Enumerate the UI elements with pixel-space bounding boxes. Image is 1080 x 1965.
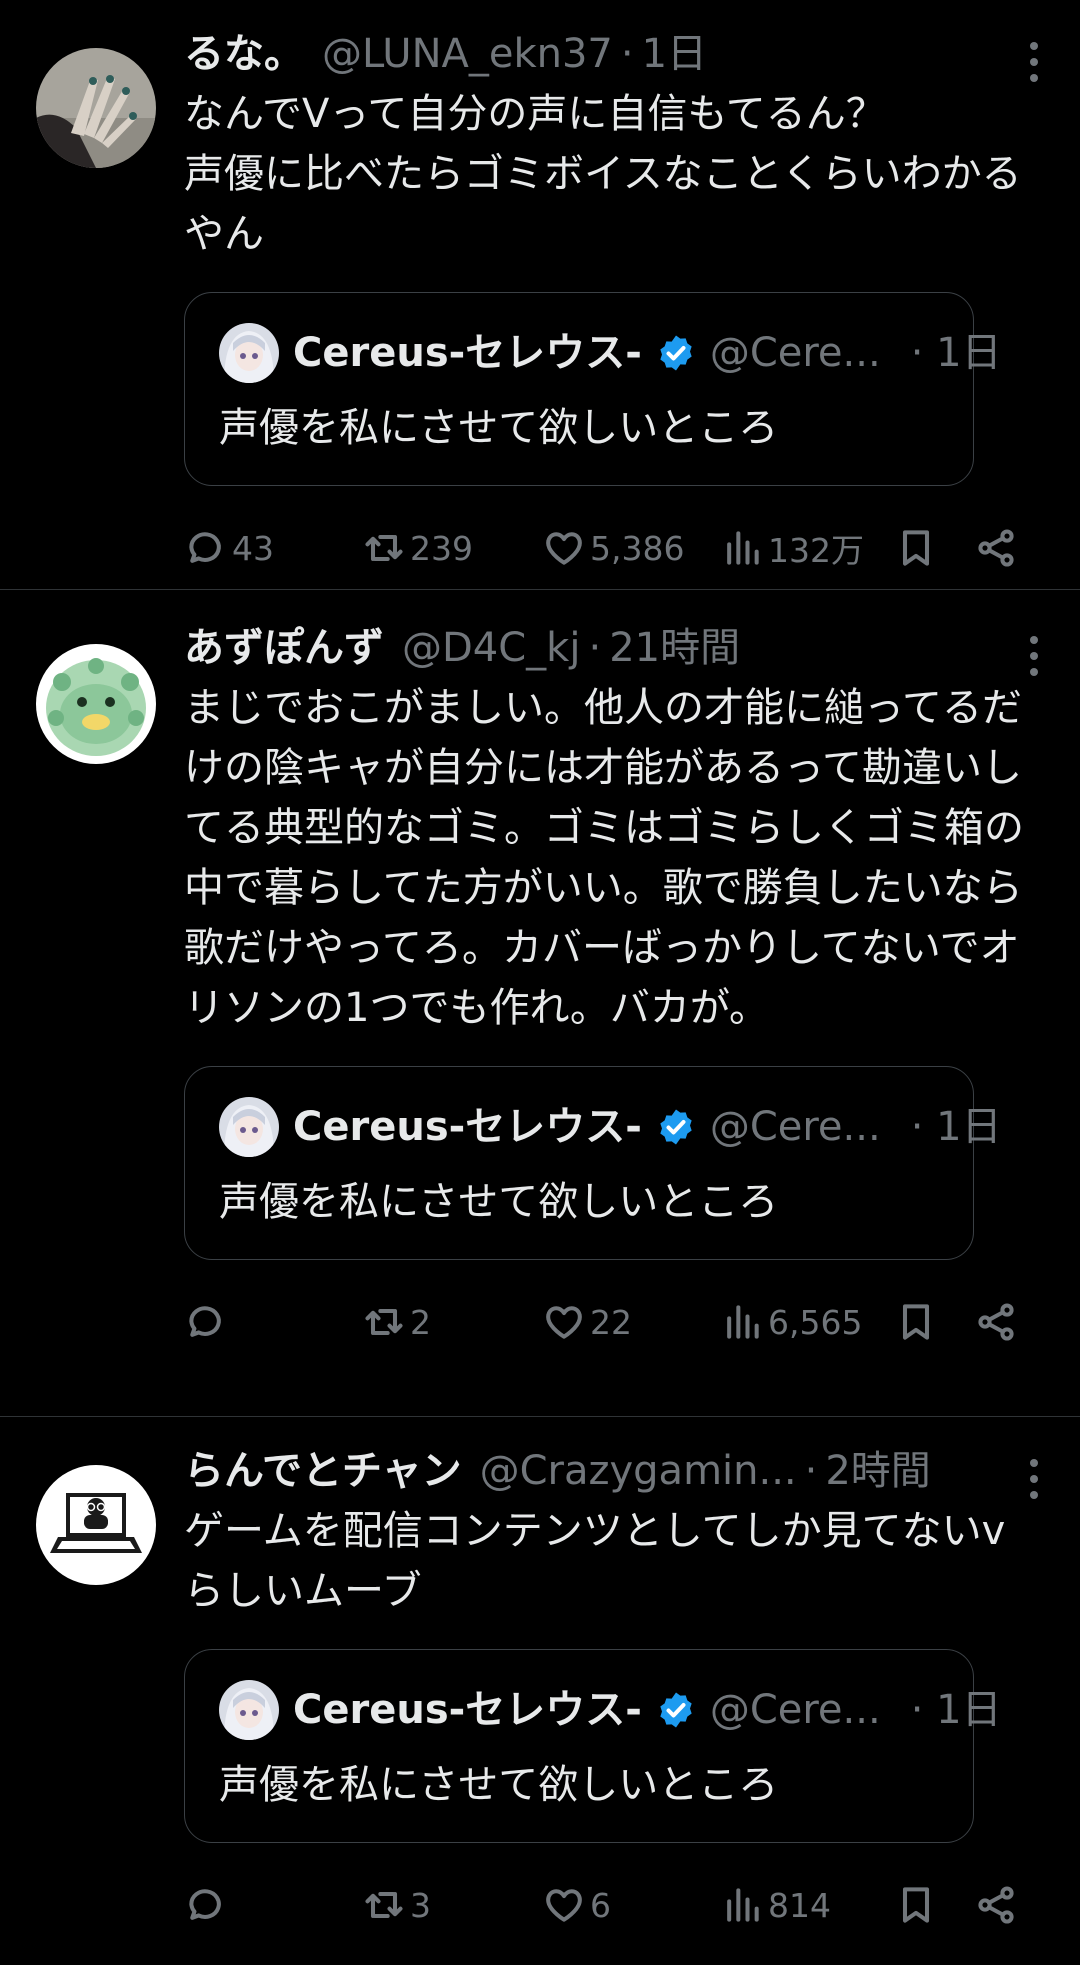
retweet-icon (365, 1308, 403, 1336)
retweet-icon (365, 1891, 403, 1919)
quoted-timestamp: · 1日 (910, 1687, 1002, 1733)
tweet[interactable]: らんでとチャン @Crazygamin... · 2時間 ゲームを配信コンテンツ… (0, 1417, 1080, 1941)
tweet-actions: 3 6 814 (184, 1877, 1044, 1933)
timestamp[interactable]: 1日 (642, 28, 707, 80)
author-handle[interactable]: @Crazygamin... (480, 1445, 797, 1497)
avatar[interactable] (36, 1465, 156, 1585)
bookmark-button[interactable] (894, 1300, 938, 1344)
timeline-feed: るな。 @LUNA_ekn37 · 1日 なんでVって自分の声に自信もてるん？ … (0, 0, 1080, 1941)
quoted-author-handle: @Cere... (709, 1104, 881, 1150)
bookmark-icon (902, 1304, 930, 1340)
tweet-actions: 43 239 5,386 132万 (184, 520, 1044, 576)
quoted-avatar (219, 323, 279, 383)
quoted-avatar (219, 1680, 279, 1740)
retweet-count: 3 (410, 1885, 431, 1925)
author-name[interactable]: らんでとチャン (184, 1445, 462, 1497)
bookmark-button[interactable] (894, 1883, 938, 1927)
share-button[interactable] (974, 1300, 1018, 1344)
views-bar-chart-icon (727, 1305, 759, 1339)
verified-badge-icon (660, 335, 692, 371)
views-count: 814 (768, 1885, 831, 1925)
views-bar-chart-icon (727, 1888, 759, 1922)
quoted-author-handle: @Cere... (709, 1687, 881, 1733)
avatar[interactable] (36, 48, 156, 168)
share-button[interactable] (974, 526, 1018, 570)
tweet-text: ゲームを配信コンテンツとしてしか見てないvらしいムーブ (184, 1508, 1006, 1614)
quoted-tweet[interactable]: Cereus-セレウス- @Cere... · 1日 声優を私にさせて欲しいとこ… (184, 1649, 1002, 1843)
quoted-tweet[interactable]: Cereus-セレウス- @Cere... · 1日 声優を私にさせて欲しいとこ… (184, 1066, 1002, 1260)
reply-button[interactable] (184, 1300, 232, 1344)
views-button[interactable]: 6,565 (720, 1300, 862, 1344)
quoted-author-name: Cereus-セレウス- (293, 1104, 642, 1150)
quoted-avatar (219, 1097, 279, 1157)
quoted-tweet[interactable]: Cereus-セレウス- @Cere... · 1日 声優を私にさせて欲しいとこ… (184, 292, 1002, 486)
reply-count: 43 (232, 528, 274, 568)
heart-icon (546, 1889, 582, 1922)
reply-bubble-icon (189, 532, 221, 563)
separator-dot: · (620, 31, 634, 77)
views-count: 132万 (768, 531, 864, 570)
verified-badge-icon (660, 1109, 692, 1145)
more-dots-icon[interactable] (1030, 42, 1040, 82)
tweet[interactable]: あずぽんず @D4C_kj · 21時間 まじでおこがましい。他人の才能に縋って… (0, 590, 1080, 1417)
reply-bubble-icon (189, 1889, 221, 1920)
author-handle[interactable]: @D4C_kj (402, 622, 580, 674)
share-icon (978, 529, 1014, 567)
author-name[interactable]: あずぽんず (184, 622, 384, 674)
bookmark-icon (902, 530, 930, 566)
author-name[interactable]: るな。 (184, 28, 304, 80)
like-button[interactable]: 22 (542, 1300, 632, 1344)
quoted-author-name: Cereus-セレウス- (293, 1687, 642, 1733)
views-button[interactable]: 814 (720, 1883, 831, 1927)
more-dots-icon[interactable] (1030, 636, 1040, 676)
like-button[interactable]: 5,386 (542, 526, 684, 570)
retweet-button[interactable]: 239 (362, 526, 473, 570)
quoted-author-handle: @Cere... (709, 330, 881, 376)
retweet-count: 2 (410, 1302, 431, 1342)
like-button[interactable]: 6 (542, 1883, 611, 1927)
tweet[interactable]: るな。 @LUNA_ekn37 · 1日 なんでVって自分の声に自信もてるん？ … (0, 0, 1080, 590)
tweet-text: なんでVって自分の声に自信もてるん？ 声優に比べたらゴミボイスなことくらいわかる… (184, 91, 1022, 257)
share-button[interactable] (974, 1883, 1018, 1927)
author-handle[interactable]: @LUNA_ekn37 (322, 28, 613, 80)
quoted-text: 声優を私にさせて欲しいところ (219, 1179, 779, 1225)
reply-button[interactable] (184, 1883, 232, 1927)
retweet-button[interactable]: 3 (362, 1883, 431, 1927)
share-icon (978, 1303, 1014, 1341)
timestamp[interactable]: 21時間 (609, 622, 740, 674)
like-count: 6 (590, 1885, 611, 1925)
share-icon (978, 1886, 1014, 1924)
reply-bubble-icon (189, 1306, 221, 1337)
quoted-text: 声優を私にさせて欲しいところ (219, 1762, 779, 1808)
timestamp[interactable]: 2時間 (825, 1445, 930, 1497)
avatar[interactable] (36, 644, 156, 764)
views-bar-chart-icon (727, 531, 759, 565)
like-count: 22 (590, 1302, 632, 1342)
retweet-button[interactable]: 2 (362, 1300, 431, 1344)
quoted-author-name: Cereus-セレウス- (293, 330, 642, 376)
separator-dot: · (804, 1448, 818, 1494)
reply-button[interactable]: 43 (184, 526, 274, 570)
separator-dot: · (588, 625, 602, 671)
bookmark-icon (902, 1887, 930, 1923)
retweet-count: 239 (410, 528, 473, 568)
retweet-icon (365, 534, 403, 562)
bookmark-button[interactable] (894, 526, 938, 570)
tweet-actions: 2 22 6,565 (184, 1294, 1044, 1350)
quoted-timestamp: · 1日 (910, 330, 1002, 376)
tweet-text: まじでおこがましい。他人の才能に縋ってるだけの陰キャが自分には才能があるって勘違… (184, 685, 1024, 1031)
more-dots-icon[interactable] (1030, 1459, 1040, 1499)
quoted-text: 声優を私にさせて欲しいところ (219, 405, 779, 451)
views-button[interactable]: 132万 (720, 524, 864, 572)
heart-icon (546, 532, 582, 565)
quoted-timestamp: · 1日 (910, 1104, 1002, 1150)
heart-icon (546, 1306, 582, 1339)
verified-badge-icon (660, 1692, 692, 1728)
views-count: 6,565 (768, 1302, 863, 1342)
like-count: 5,386 (590, 528, 685, 568)
